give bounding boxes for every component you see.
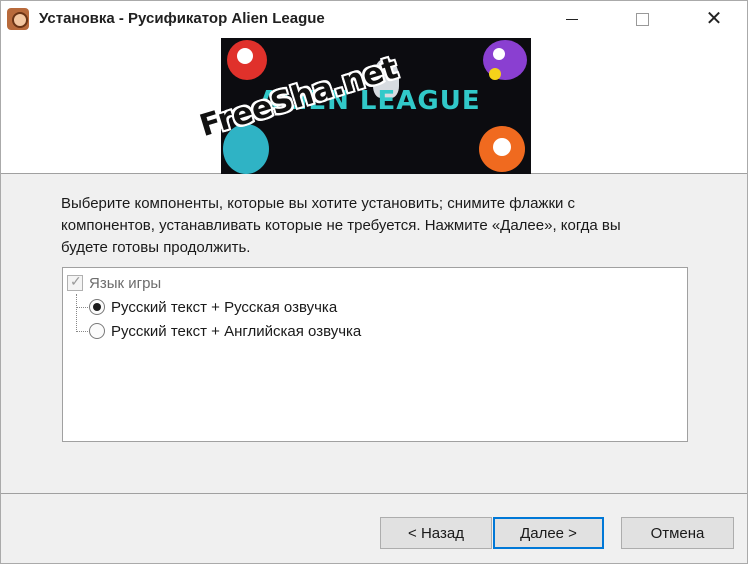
tree-connector — [76, 294, 77, 332]
option-russian-voice[interactable]: Русский текст + Русская озвучка — [89, 296, 337, 318]
instructions-line: Выберите компоненты, которые вы хотите у… — [61, 195, 576, 212]
star-icon — [489, 68, 501, 80]
english-voice-radio[interactable] — [89, 323, 105, 339]
instructions-text: Выберите компоненты, которые вы хотите у… — [61, 193, 701, 259]
title-bar[interactable]: Установка - Русификатор Alien League ✕ — [1, 1, 747, 37]
red-alien-eye-icon — [237, 48, 253, 64]
game-language-label: Язык игры — [89, 274, 162, 292]
back-button[interactable]: < Назад — [380, 517, 492, 549]
installer-app-icon — [7, 8, 29, 30]
close-button[interactable]: ✕ — [691, 1, 737, 37]
game-language-checkbox: ✓ — [67, 273, 83, 291]
minimize-button[interactable] — [549, 1, 595, 37]
english-voice-label[interactable]: Русский текст + Английская озвучка — [111, 323, 361, 340]
installer-window: Установка - Русификатор Alien League ✕ A… — [0, 0, 748, 564]
maximize-button — [619, 1, 665, 37]
purple-alien-eye-icon — [493, 48, 505, 60]
russian-voice-label[interactable]: Русский текст + Русская озвучка — [111, 299, 337, 316]
close-icon: ✕ — [705, 8, 723, 30]
footer-separator — [1, 493, 747, 494]
russian-voice-radio[interactable] — [89, 299, 105, 315]
checkmark-icon: ✓ — [70, 273, 82, 289]
instructions-line: будете готовы продолжить. — [61, 239, 251, 256]
tree-connector — [76, 331, 88, 332]
next-button[interactable]: Далее > — [493, 517, 604, 549]
window-title: Установка - Русификатор Alien League — [39, 10, 325, 27]
instructions-line: компонентов, устанавливать которые не тр… — [61, 217, 621, 234]
components-tree[interactable]: ✓ Язык игры Русский текст + Русская озву… — [62, 267, 688, 442]
cancel-button[interactable]: Отмена — [621, 517, 734, 549]
component-group-game-language: ✓ Язык игры — [67, 272, 161, 294]
option-english-voice[interactable]: Русский текст + Английская озвучка — [89, 320, 361, 342]
orange-alien-eye-icon — [493, 138, 511, 156]
tree-connector — [76, 307, 88, 308]
minimize-icon — [566, 18, 578, 20]
maximize-icon — [635, 12, 649, 26]
